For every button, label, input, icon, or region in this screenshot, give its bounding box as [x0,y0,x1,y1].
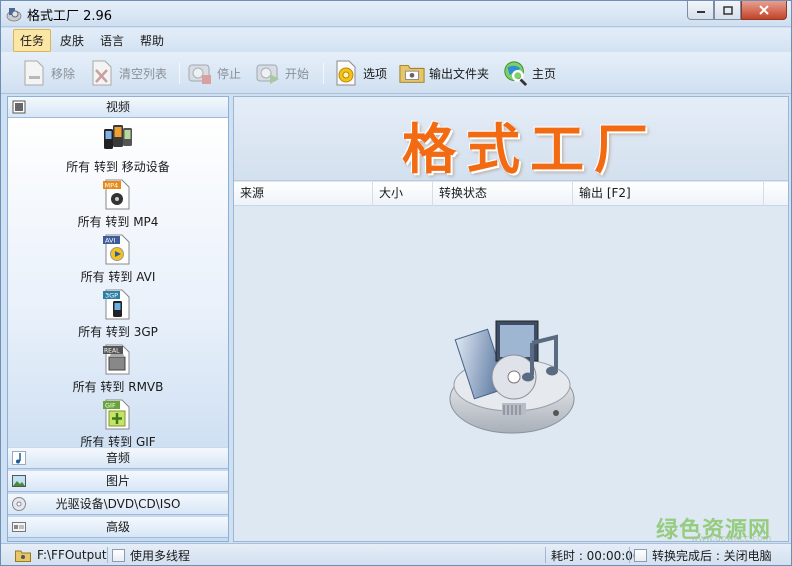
output-folder-button[interactable]: 输出文件夹 [399,58,489,88]
category-video-header[interactable]: 视频 [8,97,228,118]
toolbar-separator [323,62,324,84]
shutdown-option[interactable]: 转换完成后 : 关闭电脑 [634,547,772,563]
options-gear-icon [333,59,359,87]
maximize-button[interactable] [714,1,741,20]
banner: 格式工厂 [234,97,788,181]
task-list-header: 来源 大小 转换状态 输出 [F2] [234,182,788,206]
format-factory-app-icon [6,6,22,22]
clear-list-icon [89,59,115,87]
shutdown-checkbox[interactable] [634,548,647,562]
status-separator [107,547,108,563]
column-source[interactable]: 来源 [234,182,373,206]
convert-to-avi-item[interactable]: AVI 所有 转到 AVI [8,233,228,288]
mp4-icon: MP4 [102,178,132,210]
convert-to-3gp-item[interactable]: 3GP 所有 转到 3GP [8,288,228,343]
music-note-icon [12,451,26,465]
disc-icon [12,497,26,511]
avi-badge-text: AVI [105,237,115,245]
column-status[interactable]: 转换状态 [433,182,573,206]
video-category-icon [12,100,26,114]
stop-icon [187,59,213,87]
menu-task[interactable]: 任务 [13,28,52,52]
picture-icon [12,474,26,488]
3gp-badge-text: 3GP [105,292,118,300]
home-button[interactable]: 主页 [502,58,556,88]
rmvb-icon: REAL [102,343,132,375]
column-output[interactable]: 输出 [F2] [573,182,764,206]
task-list[interactable] [234,207,788,541]
multithread-option[interactable]: 使用多线程 [112,547,190,563]
column-size[interactable]: 大小 [373,182,433,206]
window-controls [687,1,787,21]
category-advanced-header[interactable]: 高级 [8,517,228,538]
gif-badge-text: GIF [105,402,116,410]
start-icon [255,59,281,87]
toolbar: 移除 清空列表 停止 开始 选项 输出文件夹 主页 [1,52,791,94]
output-path-button[interactable]: F:\FFOutput [15,547,107,563]
mobile-devices-icon [102,123,132,155]
avi-icon: AVI [102,233,132,265]
globe-magnifier-icon [502,59,528,87]
convert-to-mobile-item[interactable]: 所有 转到 移动设备 [8,123,228,178]
status-separator [545,547,546,563]
minimize-icon [696,11,705,13]
advanced-tools-icon [12,520,26,534]
banner-title: 格式工厂 [402,118,658,181]
app-window: 格式工厂 2.96 任务 皮肤 语言 帮助 移除 清空列表 停止 开始 选项 输… [0,0,792,566]
menu-help[interactable]: 帮助 [133,29,171,52]
video-conversion-list: 所有 转到 移动设备 MP4 所有 转到 MP4 AVI 所有 转到 AVI 3… [8,118,228,447]
title-bar: 格式工厂 2.96 [1,1,791,27]
status-bar: F:\FFOutput 使用多线程 耗时 : 00:00:00 转换完成后 : … [1,543,791,565]
convert-to-rmvb-item[interactable]: REAL 所有 转到 RMVB [8,343,228,398]
start-button[interactable]: 开始 [255,58,309,88]
status-separator [629,547,630,563]
category-image-header[interactable]: 图片 [8,471,228,492]
remove-button[interactable]: 移除 [21,58,75,88]
task-panel: 格式工厂 来源 大小 转换状态 输出 [F2] [233,96,789,542]
3gp-icon: 3GP [102,288,132,320]
elapsed-time: 耗时 : 00:00:00 [551,548,641,563]
format-factory-logo-icon [449,320,575,434]
close-button[interactable] [741,1,787,20]
toolbar-separator [179,62,180,84]
clear-list-button[interactable]: 清空列表 [89,58,167,88]
convert-to-gif-item[interactable]: GIF 所有 转到 GIF [8,398,228,447]
gif-icon: GIF [102,398,132,430]
multithread-checkbox[interactable] [112,548,125,562]
mp4-badge-text: MP4 [105,182,119,190]
close-icon [759,5,769,15]
stop-button[interactable]: 停止 [187,58,241,88]
menu-skin[interactable]: 皮肤 [53,29,91,52]
window-title: 格式工厂 2.96 [27,9,113,24]
remove-icon [21,59,47,87]
category-audio-header[interactable]: 音频 [8,448,228,469]
output-folder-icon [15,549,31,562]
category-disc-header[interactable]: 光驱设备\DVD\CD\ISO [8,494,228,515]
convert-to-mp4-item[interactable]: MP4 所有 转到 MP4 [8,178,228,233]
options-button[interactable]: 选项 [333,58,387,88]
menu-language[interactable]: 语言 [93,29,131,52]
maximize-icon [722,5,733,15]
folder-icon [399,59,425,87]
category-panel: 视频 所有 转到 移动设备 MP4 所有 转到 MP4 AVI 所有 转到 AV… [7,96,229,542]
menu-bar: 任务 皮肤 语言 帮助 [1,28,791,52]
minimize-button[interactable] [687,1,714,20]
rmvb-badge-text: REAL [104,348,120,355]
watermark-url: www.downcc.com [691,534,772,544]
